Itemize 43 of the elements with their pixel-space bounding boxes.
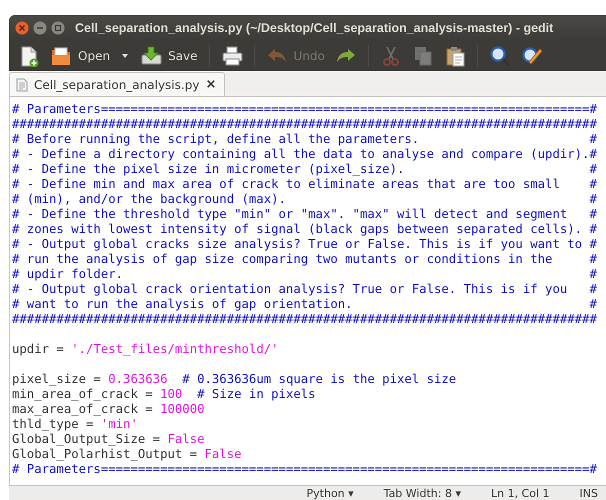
- code-line: # run the analysis of gap size comparing two mutants or conditions in the #: [12, 252, 598, 267]
- document-icon: [16, 78, 28, 92]
- dropdown-icon[interactable]: [121, 52, 130, 60]
- code-editor[interactable]: [9, 97, 606, 485]
- code-line: # want to run the analysis of gap orientation. #: [12, 297, 598, 312]
- close-icon[interactable]: [15, 20, 29, 34]
- code-line: # zones with lowest intensity of signal (black gaps between separated cells). #: [12, 222, 598, 237]
- status-text: Ln 1, Col 1: [490, 486, 550, 500]
- maximize-icon[interactable]: [51, 20, 65, 34]
- code-line: # Parameters==================================================================#: [12, 462, 598, 477]
- code-line: pixel_size = 0.363636 # 0.363636um square is the pixel size: [12, 372, 458, 387]
- code-line: ###############################################################################: [12, 117, 598, 132]
- code-line: # Before running the script, define all the parameters. #: [12, 132, 598, 147]
- window-title: Cell_separation_analysis.py (~/Desktop/Cell_separation_analysis-master) - gedit: [75, 20, 554, 34]
- find-replace-icon[interactable]: [520, 44, 543, 66]
- status-menu[interactable]: Tab Width: 8 ▾: [384, 486, 461, 500]
- code-line: # - Define the pixel size in micrometer (pixel_size). #: [12, 162, 598, 177]
- file-tab[interactable]: Cell_separation_analysis.py ×: [9, 72, 226, 96]
- code-line: ###############################################################################: [12, 312, 598, 327]
- code-line: thld_type = 'min': [12, 417, 139, 432]
- printer-icon[interactable]: [220, 44, 243, 66]
- code-line: # - Define a directory containing all the data to analyse and compare (updir).#: [12, 147, 598, 162]
- code-line: # Parameters==================================================================#: [12, 102, 598, 117]
- close-tab-button[interactable]: ×: [205, 77, 216, 92]
- code-line: updir = './Test_files/minthreshold/': [12, 342, 280, 357]
- search-icon[interactable]: [488, 44, 511, 66]
- code-line: min_area_of_crack = 100 # Size in pixels: [12, 387, 317, 402]
- code-line: max_area_of_crack = 100000: [12, 402, 206, 417]
- minimize-icon[interactable]: [33, 20, 47, 34]
- save-button[interactable]: Save: [137, 42, 201, 68]
- open-button[interactable]: Open: [47, 42, 114, 68]
- clipboard-icon[interactable]: [444, 44, 466, 66]
- tab-label: Cell_separation_analysis.py: [34, 78, 200, 92]
- status-text: INS: [580, 486, 598, 500]
- code-line: # - Define the threshold type "min" or "max". "max" will detect and segment #: [12, 207, 598, 222]
- code-line: Global_Polarhist_Output = False: [12, 447, 243, 462]
- code-line: # (min), and/or the background (max). #: [12, 192, 598, 207]
- code-line: # updir folder. #: [12, 267, 598, 282]
- code-line: # - Define min and max area of crack to eliminate areas that are too small #: [12, 177, 598, 192]
- code-line: # - Output global crack orientation analysis? True or False. This is if you #: [12, 282, 598, 297]
- code-line: # - Output global cracks size analysis? True or False. This is if you want to #: [12, 237, 598, 252]
- code-line: Global_Output_Size = False: [12, 432, 206, 447]
- status-menu[interactable]: Python ▾: [306, 486, 354, 500]
